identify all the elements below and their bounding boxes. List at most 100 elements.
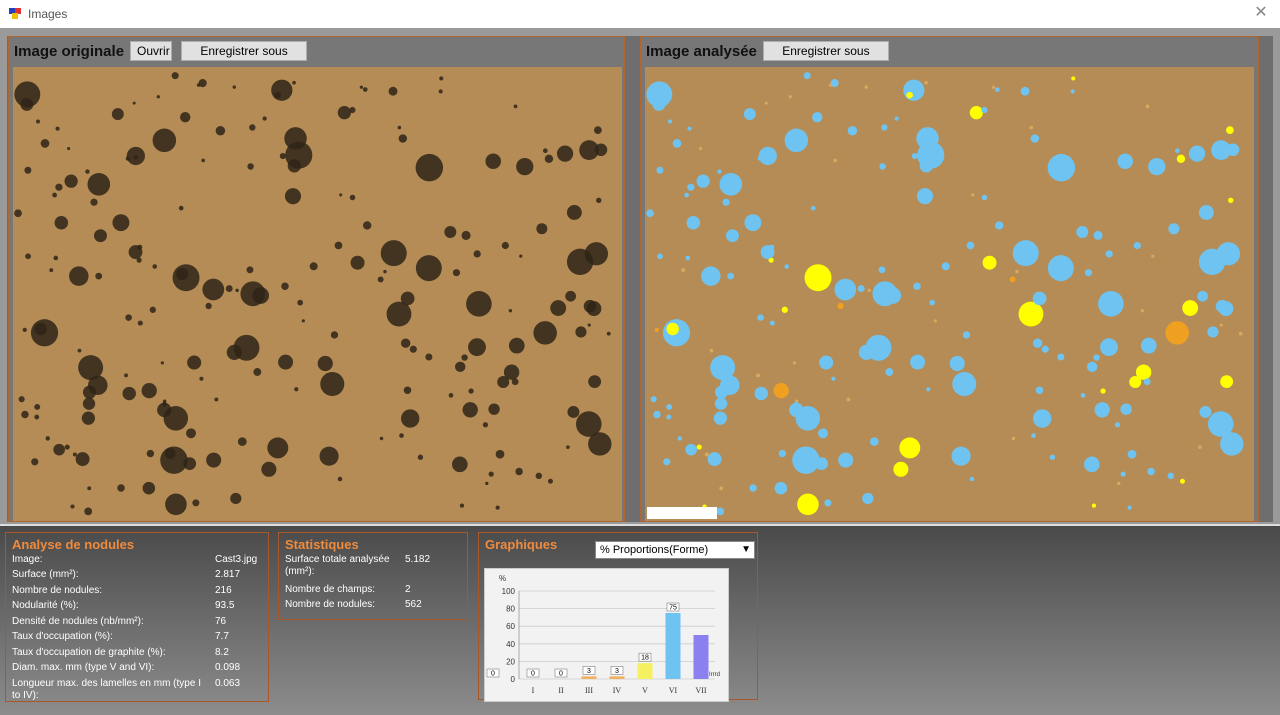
nodule-dot xyxy=(18,396,25,403)
classified-nodule xyxy=(1216,242,1241,266)
nodule-dot xyxy=(199,376,204,381)
nodule-dot xyxy=(72,452,77,457)
nodule-dot xyxy=(579,140,599,160)
nodule-stat-label: Densité de nodules (nb/mm²): xyxy=(12,616,144,627)
nodule-dot xyxy=(14,81,41,108)
classified-nodule xyxy=(685,443,697,456)
data-label: 75 xyxy=(669,605,677,612)
nodule-dot xyxy=(403,386,412,395)
classified-nodule xyxy=(982,255,997,270)
open-button[interactable]: Ouvrir xyxy=(130,41,173,61)
nodule-dot xyxy=(319,446,339,466)
statistics-label: Nombre de nodules: xyxy=(285,599,376,610)
classified-nodule xyxy=(699,146,703,151)
classified-nodule xyxy=(792,361,796,365)
x-tick-label: IV xyxy=(613,686,622,695)
classified-nodule xyxy=(653,410,661,419)
classified-nodule xyxy=(681,268,686,273)
classified-nodule xyxy=(784,128,809,153)
classified-nodule xyxy=(714,397,728,410)
save-original-button[interactable]: Enregistrer sous xyxy=(181,41,308,61)
classified-nodule xyxy=(864,85,868,89)
chart-bar xyxy=(581,676,597,679)
nodule-stat-value: 0.098 xyxy=(215,662,241,673)
classified-nodule xyxy=(719,172,743,196)
nodule-dot xyxy=(542,148,548,154)
classified-nodule xyxy=(828,83,833,87)
chart-type-select[interactable]: % Proportions(Forme) ▼ xyxy=(595,541,755,559)
nodule-dot xyxy=(215,125,226,136)
nodule-dot xyxy=(52,192,58,198)
nodule-dot xyxy=(187,355,202,370)
nodule-dot xyxy=(459,503,465,508)
nodule-dot xyxy=(230,492,242,505)
classified-nodule xyxy=(1140,337,1157,354)
close-icon[interactable]: ✕ xyxy=(1250,3,1272,25)
nodule-dot xyxy=(409,345,417,353)
nodule-dot xyxy=(501,241,509,250)
analyzed-image-panel: Image analysée Enregistrer sous xyxy=(640,36,1259,522)
classified-nodule xyxy=(788,95,793,99)
nodule-dot xyxy=(438,89,443,94)
classified-nodule xyxy=(749,484,757,492)
data-label: 0 xyxy=(559,671,563,678)
classified-nodule xyxy=(778,449,787,458)
classified-nodule xyxy=(929,299,935,306)
nodule-dot xyxy=(519,254,523,258)
classified-nodule xyxy=(1211,140,1231,160)
nodule-dot xyxy=(292,80,296,85)
nodule-dot xyxy=(503,364,520,380)
nodule-dot xyxy=(70,504,75,509)
classified-nodule xyxy=(867,288,871,293)
classified-nodule xyxy=(913,282,921,290)
classified-nodule xyxy=(1133,241,1141,250)
classified-nodule xyxy=(727,272,735,280)
nodule-dot xyxy=(334,241,343,250)
nodule-dot xyxy=(284,127,307,150)
nodule-dot xyxy=(565,290,577,302)
classified-nodule xyxy=(646,81,673,108)
classified-nodule xyxy=(654,327,659,333)
classified-nodule xyxy=(716,507,725,516)
nodule-dot xyxy=(152,128,177,153)
nodule-dot xyxy=(53,255,59,261)
original-image-panel: Image originale Ouvrir Enregistrer sous xyxy=(8,36,625,522)
classified-nodule xyxy=(1093,354,1100,361)
nodule-dot xyxy=(21,410,29,419)
x-tick-label: VI xyxy=(669,686,678,695)
classified-nodule xyxy=(757,156,762,161)
nodule-dot xyxy=(124,373,129,378)
nodule-dot xyxy=(55,126,60,131)
classified-nodule xyxy=(819,355,834,370)
classified-nodule xyxy=(804,264,832,292)
statistics-value: 5.182 xyxy=(405,554,431,565)
nodule-dot xyxy=(77,348,82,353)
nodule-dot xyxy=(379,436,384,441)
nodule-dot xyxy=(401,409,420,428)
classified-nodule xyxy=(893,461,909,477)
classified-nodule xyxy=(687,183,695,191)
classified-nodule xyxy=(810,205,816,211)
classified-nodule xyxy=(760,245,775,259)
nodule-dot xyxy=(90,198,98,206)
classified-nodule xyxy=(666,403,673,410)
nodule-dot xyxy=(34,403,41,410)
chart-type-value: % Proportions(Forme) xyxy=(600,544,709,556)
classified-nodule xyxy=(1100,338,1118,357)
classified-nodule xyxy=(878,266,886,274)
classified-nodule xyxy=(1093,230,1103,240)
save-analyzed-button[interactable]: Enregistrer sous xyxy=(762,41,889,61)
nodule-dot xyxy=(466,291,492,317)
nodule-dot xyxy=(156,95,161,99)
nodule-dot xyxy=(388,86,398,96)
statistics-box: Statistiques Surface totale analysée (mm… xyxy=(278,532,468,620)
nodule-dot xyxy=(556,145,574,162)
nodule-dot xyxy=(214,397,219,402)
classified-nodule xyxy=(1011,436,1016,441)
classified-nodule xyxy=(1220,432,1244,456)
chart-bar xyxy=(693,635,709,679)
nodule-dot xyxy=(126,146,145,166)
nodule-dot xyxy=(249,124,256,131)
nodule-dot xyxy=(160,361,164,365)
classified-nodule xyxy=(687,126,692,131)
